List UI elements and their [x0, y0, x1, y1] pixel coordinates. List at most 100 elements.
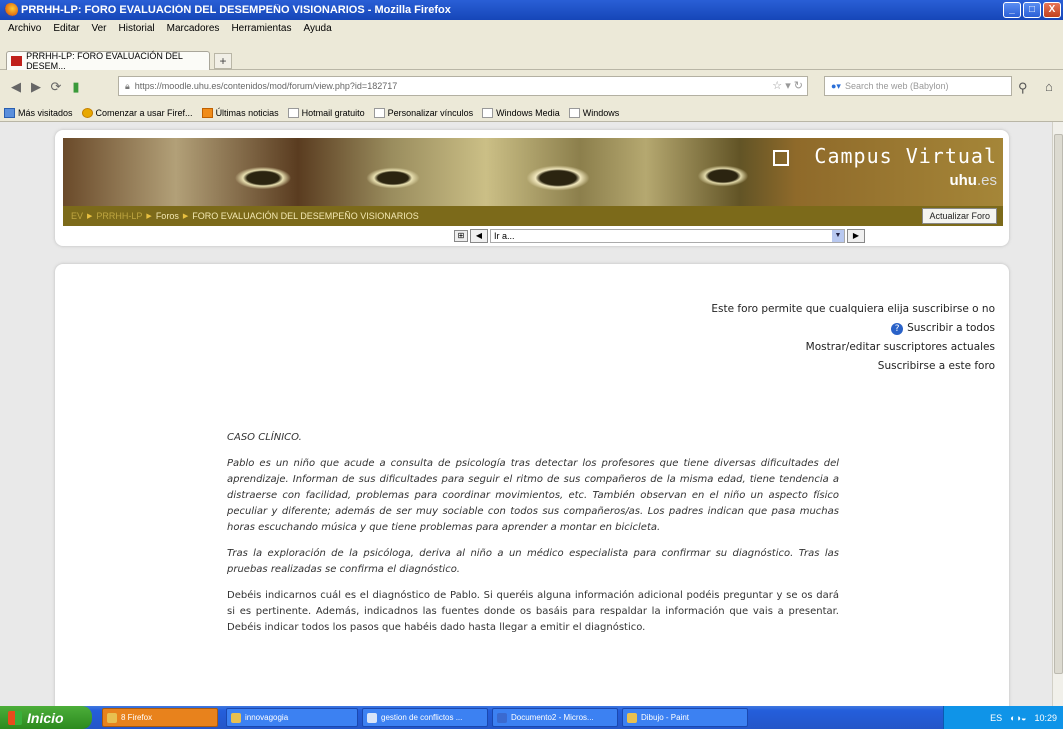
jump-to-select[interactable]: Ir a... ▼ [490, 229, 845, 243]
windows-logo-icon [8, 710, 22, 725]
rss-icon [201, 107, 213, 118]
title-bar: PRRHH-LP: FORO EVALUACIÓN DEL DESEMPEÑO … [0, 0, 1063, 20]
bookmarks-bar: Más visitados Comenzar a usar Firef... Ú… [0, 104, 1063, 122]
firefox-icon [4, 3, 18, 17]
taskbar: Inicio 8 Firefox innovagogia gestion de … [0, 706, 1063, 729]
folder-icon [231, 712, 241, 723]
chevron-right-icon: ▶ [146, 213, 152, 220]
home-icon[interactable]: ⌂ [1045, 79, 1053, 94]
brand-title: Campus Virtual [814, 144, 997, 168]
bookmark-personalizar[interactable]: Personalizar vínculos [373, 107, 473, 118]
menu-historial[interactable]: Historial [119, 23, 155, 34]
minimize-button[interactable]: _ [1003, 2, 1021, 18]
star-icon[interactable]: ☆ ▾ ↻ [772, 79, 803, 92]
bookmark-comenzar[interactable]: Comenzar a usar Firef... [81, 107, 193, 118]
menu-ver[interactable]: Ver [91, 23, 106, 34]
firefox-icon [107, 712, 117, 723]
tab-bar: PRRHH-LP: FORO EVALUACIÓN DEL DESEM... + [0, 37, 1063, 71]
system-tray: ES ◐◑◒ 10:29 [943, 706, 1063, 729]
vertical-scrollbar[interactable] [1052, 122, 1063, 706]
bookmark-hotmail[interactable]: Hotmail gratuito [287, 107, 365, 118]
forum-content: Este foro permite que cualquiera elija s… [55, 264, 1009, 706]
folder-icon [4, 107, 15, 118]
task-gestion[interactable]: gestion de conflictos ... [362, 708, 488, 727]
jump-to-value: Ir a... [494, 231, 515, 241]
jump-to-navigation: ⊞ ◀ Ir a... ▼ ▶ [454, 229, 865, 243]
breadcrumb-current: FORO EVALUACIÓN DEL DESEMPEÑO VISIONARIO… [192, 211, 419, 221]
tab-label: PRRHH-LP: FORO EVALUACIÓN DEL DESEM... [26, 51, 183, 71]
page-viewport: Campus Virtual uhu.es EV ▶ PRRHH-LP ▶ Fo… [0, 122, 1052, 706]
bookmark-windows-media[interactable]: Windows Media [482, 107, 560, 118]
campus-virtual-logo[interactable]: Campus Virtual uhu.es [761, 144, 997, 202]
menu-ayuda[interactable]: Ayuda [303, 23, 331, 34]
search-icon[interactable]: ⚲ [1018, 80, 1028, 96]
previous-button[interactable]: ◀ [470, 229, 488, 243]
start-button[interactable]: Inicio [0, 706, 92, 729]
breadcrumb-ev[interactable]: EV [71, 211, 83, 221]
window-title: PRRHH-LP: FORO EVALUACIÓN DEL DESEMPEÑO … [21, 4, 451, 16]
task-documento2[interactable]: Documento2 - Micros... [492, 708, 618, 727]
subscribe-forum-link[interactable]: Suscribirse a este foro [711, 357, 995, 376]
chevron-right-icon: ▶ [87, 213, 93, 220]
menu-archivo[interactable]: Archivo [8, 23, 41, 34]
brand-ext: .es [976, 172, 997, 189]
bookmark-ultimas-noticias[interactable]: Últimas noticias [201, 107, 279, 118]
next-button[interactable]: ▶ [847, 229, 865, 243]
breadcrumb: EV ▶ PRRHH-LP ▶ Foros ▶ FORO EVALUACIÓN … [63, 206, 1003, 226]
close-button[interactable]: X [1043, 2, 1061, 18]
post-heading: CASO CLÍNICO. [227, 432, 302, 443]
document-icon [367, 712, 377, 723]
breadcrumb-course[interactable]: PRRHH-LP [96, 211, 142, 221]
reload-icon[interactable]: ⟳ [46, 79, 66, 95]
navigation-bar: ◀ ▶ ⟳ ▮ 🔒︎ https://moodle.uhu.es/conteni… [0, 70, 1063, 104]
scrollbar-thumb[interactable] [1054, 134, 1063, 674]
signal-icon: ▮ [72, 79, 80, 94]
tab-forum[interactable]: PRRHH-LP: FORO EVALUACIÓN DEL DESEM... [6, 51, 210, 71]
moodle-favicon-icon [11, 56, 23, 66]
bookmark-windows[interactable]: Windows [568, 107, 619, 118]
page-icon [568, 107, 580, 118]
back-icon[interactable]: ◀ [6, 79, 26, 95]
tree-icon[interactable]: ⊞ [454, 230, 468, 242]
task-firefox[interactable]: 8 Firefox [102, 708, 218, 727]
clock: 10:29 [1034, 712, 1057, 723]
page-header: Campus Virtual uhu.es EV ▶ PRRHH-LP ▶ Fo… [55, 130, 1009, 246]
help-icon[interactable]: ? [891, 323, 904, 335]
subscription-options: Este foro permite que cualquiera elija s… [711, 300, 995, 376]
firefox-icon [81, 107, 93, 118]
menu-bar: Archivo Editar Ver Historial Marcadores … [0, 20, 1063, 37]
page-icon [287, 107, 299, 118]
menu-herramientas[interactable]: Herramientas [231, 23, 291, 34]
search-placeholder: Search the web (Babylon) [844, 81, 949, 91]
show-subscribers-link[interactable]: Mostrar/editar suscriptores actuales [711, 338, 995, 357]
post-paragraph-3: Debéis indicarnos cuál es el diagnóstico… [227, 590, 839, 633]
breadcrumb-foros[interactable]: Foros [156, 211, 179, 221]
chevron-down-icon: ▼ [832, 230, 844, 242]
tray-icons[interactable]: ◐◑◒ [1010, 713, 1026, 723]
post-paragraph-1: Pablo es un niño que acude a consulta de… [227, 458, 839, 533]
forum-intro: CASO CLÍNICO. Pablo es un niño que acude… [227, 430, 839, 646]
url-text: https://moodle.uhu.es/contenidos/mod/for… [134, 81, 398, 91]
menu-editar[interactable]: Editar [53, 23, 79, 34]
maximize-button[interactable]: □ [1023, 2, 1041, 18]
forward-icon[interactable]: ▶ [26, 79, 46, 95]
url-bar[interactable]: 🔒︎ https://moodle.uhu.es/contenidos/mod/… [118, 76, 808, 96]
brand-sub: uhu [949, 172, 977, 189]
paint-icon [627, 712, 637, 723]
lock-icon: 🔒︎ [125, 80, 130, 91]
word-icon [497, 712, 507, 723]
search-engine-icon[interactable]: ●▾ [831, 81, 841, 92]
menu-marcadores[interactable]: Marcadores [167, 23, 220, 34]
page-icon [373, 107, 385, 118]
language-indicator[interactable]: ES [990, 713, 1002, 723]
task-innovagogia[interactable]: innovagogia [226, 708, 358, 727]
header-banner: Campus Virtual uhu.es [63, 138, 1003, 206]
new-tab-button[interactable]: + [214, 53, 232, 69]
bookmark-mas-visitados[interactable]: Más visitados [4, 107, 73, 118]
update-forum-button[interactable]: Actualizar Foro [922, 208, 997, 224]
subscription-info: Este foro permite que cualquiera elija s… [711, 303, 995, 315]
search-input[interactable]: ●▾ Search the web (Babylon) [824, 76, 1012, 96]
post-paragraph-2: Tras la exploración de la psicóloga, der… [227, 548, 839, 575]
subscribe-all-link[interactable]: Suscribir a todos [907, 322, 995, 334]
task-paint[interactable]: Dibujo - Paint [622, 708, 748, 727]
